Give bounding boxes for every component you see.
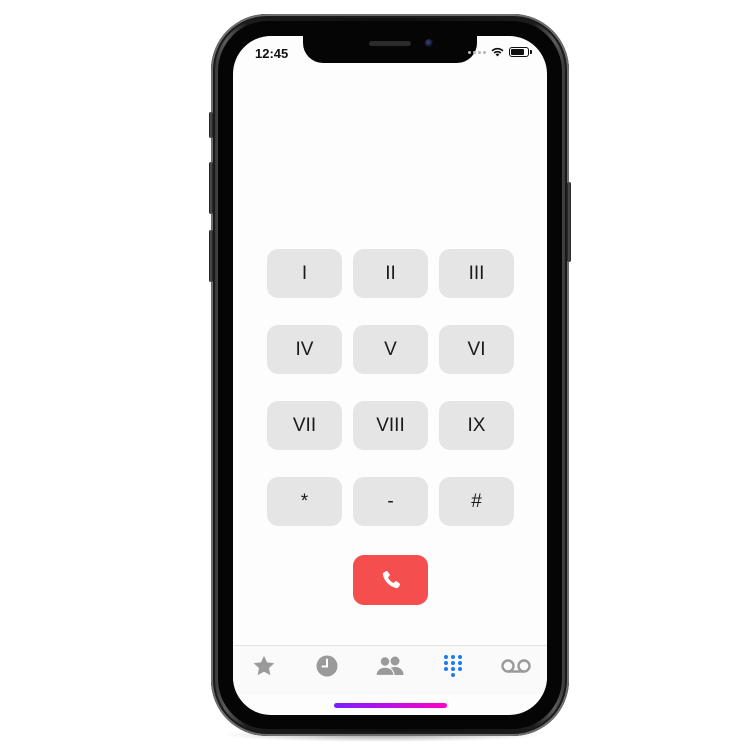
key-5[interactable]: V: [353, 325, 428, 374]
power-button: [567, 182, 571, 262]
volume-down-button: [209, 230, 213, 282]
wifi-icon: [491, 47, 504, 57]
battery-level: [511, 49, 524, 55]
signal-dots-icon: [468, 50, 486, 54]
key-dash[interactable]: -: [353, 477, 428, 526]
key-6[interactable]: VI: [439, 325, 514, 374]
keypad: I II III IV V VI VII VIII IX * - #: [267, 249, 514, 526]
key-7[interactable]: VII: [267, 401, 342, 450]
key-star[interactable]: *: [267, 477, 342, 526]
key-1[interactable]: I: [267, 249, 342, 298]
key-4[interactable]: IV: [267, 325, 342, 374]
front-camera: [425, 39, 433, 47]
silent-switch: [209, 112, 213, 138]
tab-favorites[interactable]: [244, 652, 284, 680]
earpiece-speaker: [369, 41, 411, 46]
clock-icon: [316, 655, 338, 677]
contacts-icon: [375, 656, 404, 677]
star-icon: [254, 655, 275, 676]
stage: 12:45 I II III IV V VI VII VIII IX * - #: [0, 0, 750, 750]
notch: [303, 36, 477, 63]
tab-keypad[interactable]: [433, 652, 473, 680]
key-8[interactable]: VIII: [353, 401, 428, 450]
key-3[interactable]: III: [439, 249, 514, 298]
voicemail-icon: [500, 659, 531, 673]
volume-up-button: [209, 162, 213, 214]
tab-contacts[interactable]: [370, 652, 410, 680]
battery-icon: [509, 47, 532, 57]
status-time: 12:45: [255, 46, 289, 61]
status-icons: [468, 47, 532, 57]
key-2[interactable]: II: [353, 249, 428, 298]
tab-recents[interactable]: [307, 652, 347, 680]
tab-bar: [233, 645, 547, 695]
home-indicator[interactable]: [334, 703, 447, 708]
keypad-icon: [443, 655, 462, 677]
phone-screen: 12:45 I II III IV V VI VII VIII IX * - #: [233, 36, 547, 715]
key-hash[interactable]: #: [439, 477, 514, 526]
key-9[interactable]: IX: [439, 401, 514, 450]
tab-voicemail[interactable]: [496, 652, 536, 680]
call-button[interactable]: [353, 555, 428, 605]
phone-icon: [382, 570, 400, 589]
